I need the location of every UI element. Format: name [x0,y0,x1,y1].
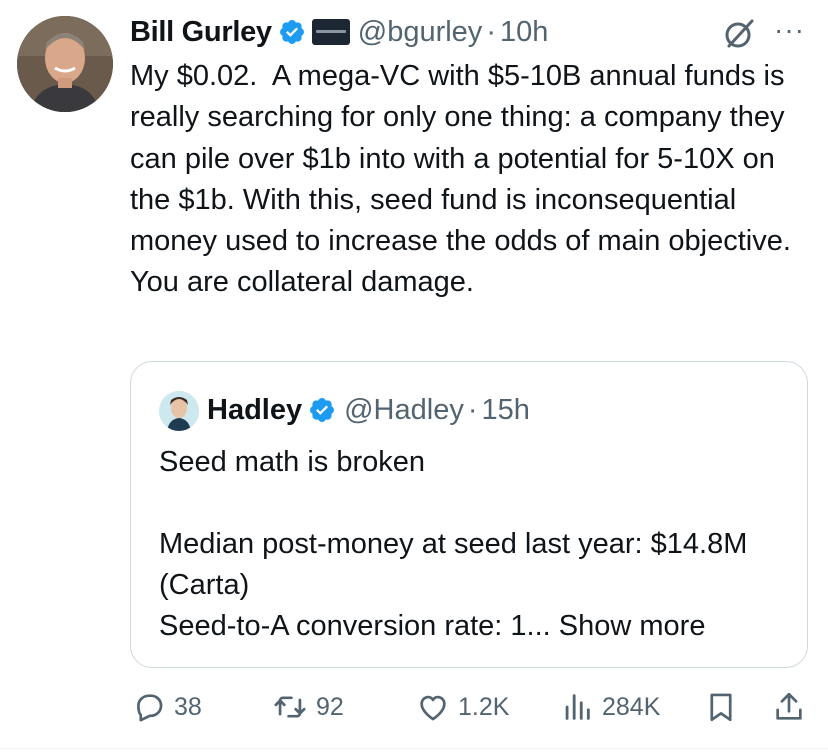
author-name[interactable]: Bill Gurley [130,16,272,49]
separator: · [486,15,496,48]
like-count: 1.2K [458,692,510,721]
tweet-text: My $0.02. A mega-VC with $5-10B annual f… [130,60,799,299]
quoted-tweet[interactable]: Hadley @Hadley · 15h Seed math is broken… [130,361,808,668]
tweet-header: Bill Gurley @bgurley · 10h [130,10,548,54]
share-button[interactable] [772,686,806,728]
divider [0,748,828,749]
reply-count: 38 [174,692,202,721]
quoted-tweet-header: Hadley @Hadley · 15h [207,390,530,430]
views-button[interactable]: 284K [560,686,660,728]
share-icon [776,692,802,720]
verified-badge-icon[interactable] [308,396,336,424]
separator: · [467,393,478,426]
show-more-link[interactable]: Show more [559,610,706,642]
grok-icon[interactable] [722,17,756,51]
repost-button[interactable]: 92 [272,686,344,728]
views-chart-icon [565,694,590,720]
quoted-author-name[interactable]: Hadley [207,394,302,427]
reply-button[interactable]: 38 [132,686,202,728]
like-button[interactable]: 1.2K [416,686,509,728]
verified-badge-icon[interactable] [278,18,306,46]
bookmark-icon [710,693,732,722]
repost-icon [274,696,306,718]
author-avatar[interactable] [17,16,113,112]
repost-count: 92 [316,692,344,721]
tweet[interactable]: Bill Gurley @bgurley · 10h ··· My $0.02.… [0,0,828,756]
action-bar: 38 92 1.2K 284K [0,686,828,728]
author-handle[interactable]: @bgurley [358,16,483,49]
quoted-author-avatar[interactable] [159,391,199,431]
views-count: 284K [602,692,661,721]
timestamp[interactable]: 10h [500,16,548,49]
quoted-author-handle[interactable]: @Hadley [344,394,464,427]
heart-icon [420,695,446,721]
bookmark-button[interactable] [704,686,738,728]
more-options-icon[interactable]: ··· [774,14,805,46]
reply-icon [137,694,163,722]
quoted-tweet-text: Seed math is broken Median post-money at… [159,442,799,647]
quoted-timestamp[interactable]: 15h [482,394,530,427]
affiliation-badge[interactable] [311,19,350,45]
